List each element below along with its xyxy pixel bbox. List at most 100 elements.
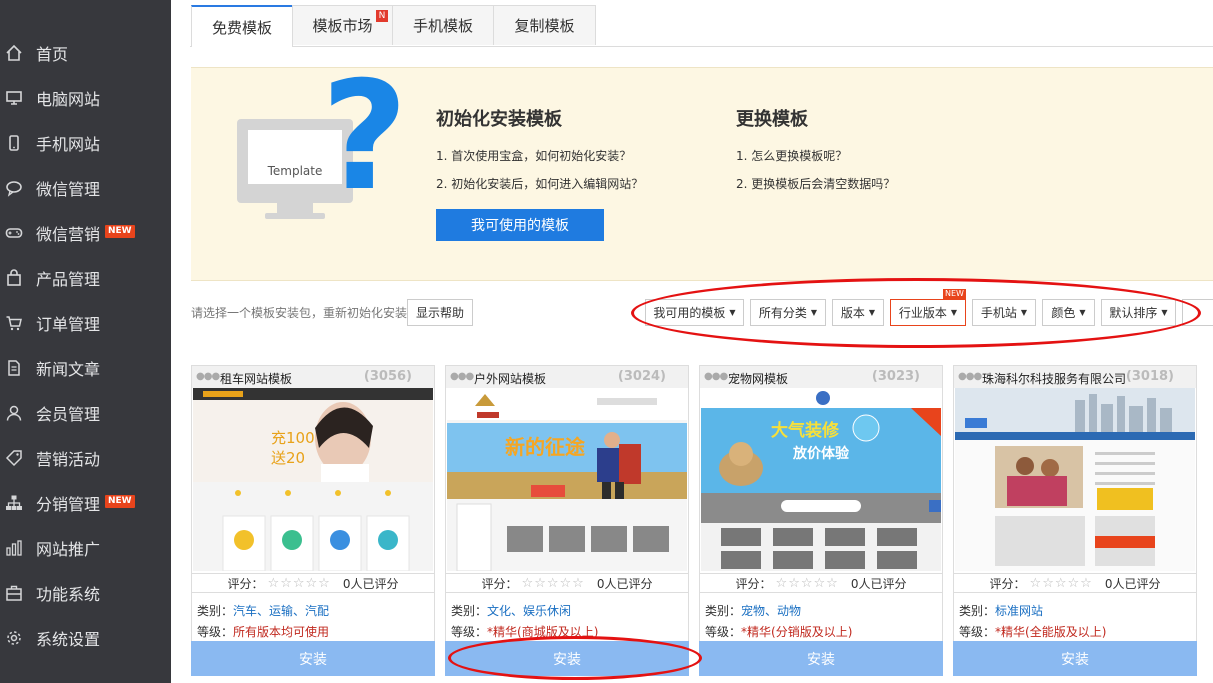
template-count: (3056)	[363, 369, 412, 384]
dots-icon: ●●●	[196, 371, 220, 382]
sidebar-item-campaigns[interactable]: 营销活动	[0, 438, 171, 478]
template-card[interactable]: ●●● 租车网站模板 (3056) 充100 送20 评分： ☆☆☆☆☆ 0人已评分 类…	[191, 365, 435, 676]
template-title: 宠物网模板	[728, 372, 789, 386]
tab-copy-templates[interactable]: 复制模板	[493, 5, 596, 45]
sidebar-item-label: 分销管理	[36, 495, 101, 514]
tab-free-templates[interactable]: 免费模板	[191, 5, 293, 47]
sidebar-item-distribution[interactable]: 分销管理 NEW	[0, 483, 171, 523]
rating-label: 评分：	[227, 576, 264, 591]
help-banner: Template ? 初始化安装模板 1. 首次使用宝盒，如何初始化安装？ 2.…	[191, 62, 1213, 281]
bar-chart-icon	[5, 539, 23, 557]
tab-template-market[interactable]: 模板市场 N	[292, 5, 393, 45]
sidebar-item-products[interactable]: 产品管理	[0, 258, 171, 298]
template-card[interactable]: ●●● 宠物网模板 (3023) 大气装修 放价体验 评分： ☆☆☆☆☆ 0人已评分 类…	[699, 365, 943, 676]
monitor-icon	[5, 89, 23, 107]
template-count: (3018)	[1125, 369, 1174, 384]
sidebar-item-home[interactable]: 首页	[0, 33, 171, 73]
help-link[interactable]: 1. 首次使用宝盒，如何初始化安装？	[436, 147, 631, 164]
level-line: 等级：所有版本均可使用	[197, 623, 329, 640]
install-button[interactable]: 安装	[953, 641, 1197, 676]
template-thumbnail[interactable]: 大气装修 放价体验	[701, 388, 941, 571]
template-card[interactable]: ●●● 户外网站模板 (3024) 新的征途 评分： ☆☆☆☆☆ 0人已评分 类别：文化…	[445, 365, 689, 676]
dots-icon: ●●●	[704, 371, 728, 382]
install-button[interactable]: 安装	[191, 641, 435, 676]
sidebar-item-news[interactable]: 新闻文章	[0, 348, 171, 388]
user-icon	[5, 404, 23, 422]
annotation-ellipse-filters	[631, 278, 1201, 348]
rating-row: 评分： ☆☆☆☆☆ 0人已评分	[954, 573, 1196, 593]
sidebar-item-label: 营销活动	[36, 450, 101, 469]
category-value[interactable]: 宠物、动物	[741, 604, 801, 618]
help-link[interactable]: 2. 初始化安装后，如何进入编辑网站？	[436, 175, 643, 192]
category-value[interactable]: 标准网站	[995, 604, 1043, 618]
template-thumbnail[interactable]: 新的征途	[447, 388, 687, 571]
sitemap-icon	[5, 494, 23, 512]
template-title: 租车网站模板	[220, 372, 293, 386]
gamepad-icon	[5, 224, 23, 242]
sidebar-item-label: 功能系统	[36, 585, 101, 604]
thumb-text: 充100	[271, 429, 315, 447]
sidebar-item-wechat[interactable]: 微信管理	[0, 168, 171, 208]
category-line: 类别：宠物、动物	[705, 602, 801, 619]
sidebar-item-mobile-site[interactable]: 手机网站	[0, 123, 171, 163]
my-templates-button[interactable]: 我可使用的模板	[436, 209, 604, 241]
star-rating-icon[interactable]: ☆☆☆☆☆	[1030, 576, 1093, 591]
sidebar-item-wechat-marketing[interactable]: 微信营销 NEW	[0, 213, 171, 253]
template-title: 珠海科尔科技服务有限公司	[982, 372, 1127, 386]
sidebar-item-label: 电脑网站	[36, 90, 101, 109]
rating-label: 评分：	[989, 576, 1026, 591]
rating-row: 评分： ☆☆☆☆☆ 0人已评分	[446, 573, 688, 593]
sidebar-item-label: 微信管理	[36, 180, 101, 199]
install-button[interactable]: 安装	[699, 641, 943, 676]
bag-icon	[5, 269, 23, 287]
sidebar-item-label: 首页	[36, 45, 69, 64]
thumb-text: 新的征途	[505, 435, 586, 459]
level-value: 所有版本均可使用	[233, 625, 330, 639]
sidebar-item-functions[interactable]: 功能系统	[0, 573, 171, 613]
sidebar-item-members[interactable]: 会员管理	[0, 393, 171, 433]
rating-count: 0人已评分	[342, 576, 399, 591]
category-value[interactable]: 汽车、运输、汽配	[233, 604, 329, 618]
sidebar-item-label: 新闻文章	[36, 360, 101, 379]
sidebar-item-promotion[interactable]: 网站推广	[0, 528, 171, 568]
help-link[interactable]: 1. 怎么更换模板呢？	[736, 147, 847, 164]
home-icon	[5, 44, 23, 62]
rating-row: 评分： ☆☆☆☆☆ 0人已评分	[192, 573, 434, 593]
category-value[interactable]: 文化、娱乐休闲	[487, 604, 571, 618]
template-count: (3023)	[871, 369, 920, 384]
star-rating-icon[interactable]: ☆☆☆☆☆	[522, 576, 585, 591]
tab-label: 模板市场	[312, 17, 373, 35]
template-title: 户外网站模板	[474, 372, 547, 386]
question-mark-icon: ?	[321, 50, 409, 224]
toolbox-icon	[5, 584, 23, 602]
sidebar-item-orders[interactable]: 订单管理	[0, 303, 171, 343]
level-value: *精华(分销版及以上)	[741, 625, 853, 639]
star-rating-icon[interactable]: ☆☆☆☆☆	[776, 576, 839, 591]
help-link[interactable]: 2. 更换模板后会清空数据吗？	[736, 175, 895, 192]
dots-icon: ●●●	[958, 371, 982, 382]
show-help-button[interactable]: 显示帮助	[407, 299, 473, 326]
tab-label: 复制模板	[514, 17, 575, 35]
template-card[interactable]: ●●● 珠海科尔科技服务有限公司 (3018) 评分： ☆☆☆☆☆ 0人已评分 类别：标…	[953, 365, 1197, 676]
sidebar-item-settings[interactable]: 系统设置	[0, 618, 171, 658]
sidebar-item-pc-site[interactable]: 电脑网站	[0, 78, 171, 118]
template-thumbnail[interactable]: 充100 送20	[193, 388, 433, 571]
rating-count: 0人已评分	[1104, 576, 1161, 591]
annotation-ellipse-install	[448, 636, 702, 680]
tab-mobile-templates[interactable]: 手机模板	[392, 5, 494, 45]
template-thumbnail[interactable]	[955, 388, 1195, 571]
sidebar-item-label: 手机网站	[36, 135, 101, 154]
phone-icon	[5, 134, 23, 152]
template-count: (3024)	[617, 369, 666, 384]
svg-text:放价体验: 放价体验	[792, 445, 850, 462]
sidebar-item-label: 订单管理	[36, 315, 101, 334]
category-label: 类别：	[959, 604, 996, 618]
rating-count: 0人已评分	[596, 576, 653, 591]
change-help-title: 更换模板	[736, 109, 808, 130]
tab-bar: 免费模板 模板市场 N 手机模板 复制模板	[190, 0, 1213, 47]
category-line: 类别：文化、娱乐休闲	[451, 602, 571, 619]
category-label: 类别：	[705, 604, 742, 618]
star-rating-icon[interactable]: ☆☆☆☆☆	[268, 576, 331, 591]
cart-icon	[5, 314, 23, 332]
category-line: 类别：汽车、运输、汽配	[197, 602, 329, 619]
